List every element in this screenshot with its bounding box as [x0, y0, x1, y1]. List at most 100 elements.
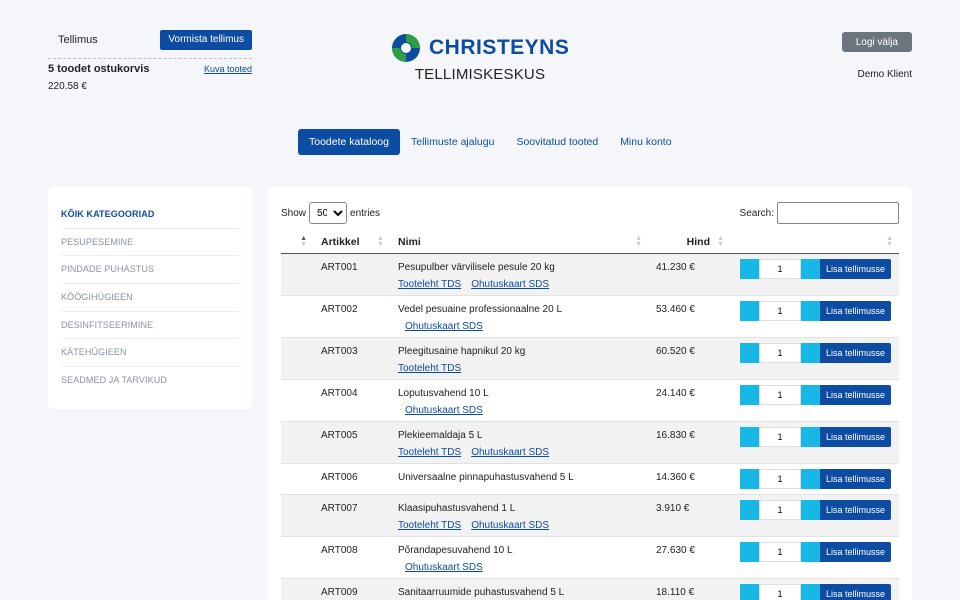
column-header-name[interactable]: Nimi ▲ ▼	[390, 231, 648, 254]
tab-recommended-products[interactable]: Soovitatud tooted	[505, 129, 609, 155]
sds-link[interactable]: Ohutuskaart SDS	[471, 447, 549, 458]
add-to-order-button[interactable]: Lisa tellimusse	[819, 258, 891, 279]
product-price: 53.460 €	[656, 303, 695, 315]
decrease-quantity-button[interactable]	[739, 499, 759, 520]
increase-quantity-button[interactable]	[800, 541, 820, 562]
sort-icon: ▲ ▼	[717, 235, 724, 248]
column-header-actions[interactable]: ▲ ▼	[730, 231, 899, 254]
add-to-order-button[interactable]: Lisa tellimusse	[819, 583, 891, 600]
quantity-stepper: Lisa tellimusse	[738, 384, 891, 405]
table-row: ART002 Vedel pesuaine professionaalne 20 …	[281, 295, 899, 337]
product-price: 18.110 €	[656, 586, 695, 598]
show-products-link[interactable]: Kuva tooted	[204, 64, 252, 74]
sort-icon: ▲ ▼	[886, 235, 893, 248]
increase-quantity-button[interactable]	[800, 258, 820, 279]
decrease-quantity-button[interactable]	[739, 468, 759, 489]
quantity-input[interactable]	[758, 384, 801, 405]
article-code: ART002	[321, 303, 358, 315]
add-to-order-button[interactable]: Lisa tellimusse	[819, 384, 891, 405]
decrease-quantity-button[interactable]	[739, 384, 759, 405]
search-label: Search:	[739, 207, 774, 219]
brand-logo[interactable]: CHRISTEYNS	[391, 33, 571, 63]
product-price: 24.140 €	[656, 387, 695, 399]
table-row: ART009 Sanitaarruumide puhastusvahend 5 L…	[281, 578, 899, 600]
show-label: Show	[281, 207, 307, 219]
tds-link[interactable]: Tooteleht TDS	[398, 520, 461, 531]
column-header-article[interactable]: Artikkel ▲ ▼	[313, 231, 390, 254]
user-name: Demo Klient	[857, 69, 912, 80]
sort-icon: ▲ ▼	[635, 235, 642, 248]
page-size-control: Show 50 entries	[281, 202, 380, 224]
tds-link[interactable]: Tooteleht TDS	[398, 279, 461, 290]
product-price: 3.910 €	[656, 502, 690, 514]
sds-link[interactable]: Ohutuskaart SDS	[471, 279, 549, 290]
column-header-index[interactable]: ▲ ▼	[281, 231, 313, 254]
table-row: ART007 Klaasipuhastusvahend 1 L Tooteleht …	[281, 494, 899, 536]
order-label: Tellimus	[58, 34, 98, 46]
quantity-input[interactable]	[758, 342, 801, 363]
finalize-order-button[interactable]: Vormista tellimus	[160, 30, 252, 50]
sds-link[interactable]: Ohutuskaart SDS	[471, 520, 549, 531]
quantity-stepper: Lisa tellimusse	[738, 258, 891, 279]
quantity-stepper: Lisa tellimusse	[738, 468, 891, 489]
sidebar-item-hand-hygiene[interactable]: KÄTEHÜGIEEN	[61, 339, 239, 368]
tab-my-account[interactable]: Minu konto	[609, 129, 682, 155]
quantity-input[interactable]	[758, 541, 801, 562]
tab-order-history[interactable]: Tellimuste ajalugu	[400, 129, 505, 155]
search-input[interactable]	[777, 202, 899, 224]
table-row: ART005 Plekieemaldaja 5 L Tooteleht TDS Ohu…	[281, 421, 899, 463]
product-name: Vedel pesuaine professionaalne 20 L	[398, 303, 563, 315]
increase-quantity-button[interactable]	[800, 499, 820, 520]
user-area: Logi välja Demo Klient	[841, 32, 912, 80]
quantity-input[interactable]	[758, 426, 801, 447]
decrease-quantity-button[interactable]	[739, 342, 759, 363]
product-table: ▲ ▼ Artikkel ▲ ▼ Nimi ▲ ▼ Hind ▲ ▼ ▲ ▼ ART001 Pes…	[281, 231, 899, 600]
add-to-order-button[interactable]: Lisa tellimusse	[819, 342, 891, 363]
increase-quantity-button[interactable]	[800, 384, 820, 405]
sds-link[interactable]: Ohutuskaart SDS	[405, 562, 483, 573]
tds-link[interactable]: Tooteleht TDS	[398, 363, 461, 374]
tds-link[interactable]: Tooteleht TDS	[398, 447, 461, 458]
column-header-price[interactable]: Hind ▲ ▼	[648, 231, 730, 254]
sidebar-item-equipment[interactable]: SEADMED JA TARVIKUD	[61, 367, 239, 395]
increase-quantity-button[interactable]	[800, 300, 820, 321]
table-row: ART008 Põrandapesuvahend 10 L Ohutuskaart …	[281, 536, 899, 578]
page-size-select[interactable]: 50	[309, 202, 348, 224]
add-to-order-button[interactable]: Lisa tellimusse	[819, 499, 891, 520]
sds-link[interactable]: Ohutuskaart SDS	[405, 321, 483, 332]
add-to-order-button[interactable]: Lisa tellimusse	[819, 541, 891, 562]
tab-product-catalog[interactable]: Toodete kataloog	[298, 129, 400, 155]
decrease-quantity-button[interactable]	[739, 258, 759, 279]
decrease-quantity-button[interactable]	[739, 300, 759, 321]
sidebar-item-all-categories[interactable]: KÕIK KATEGOORIAD	[61, 201, 239, 229]
sidebar-item-disinfection[interactable]: DESINFITSEERIMINE	[61, 312, 239, 340]
quantity-input[interactable]	[758, 583, 801, 600]
christeyns-logo-icon	[392, 34, 420, 62]
sidebar-item-surface-cleaning[interactable]: PINDADE PUHASTUS	[61, 256, 239, 285]
logout-button[interactable]: Logi välja	[841, 32, 912, 52]
sidebar-item-kitchen-hygiene[interactable]: KÖÖGIHÜGIEEN	[61, 284, 239, 312]
increase-quantity-button[interactable]	[800, 426, 820, 447]
quantity-input[interactable]	[758, 468, 801, 489]
add-to-order-button[interactable]: Lisa tellimusse	[819, 468, 891, 489]
sds-link[interactable]: Ohutuskaart SDS	[405, 405, 483, 416]
sort-icon: ▲ ▼	[300, 235, 307, 248]
product-name: Põrandapesuvahend 10 L	[398, 544, 513, 556]
quantity-input[interactable]	[758, 258, 801, 279]
quantity-input[interactable]	[758, 300, 801, 321]
sidebar-item-laundry[interactable]: PESUPESEMINE	[61, 229, 239, 257]
add-to-order-button[interactable]: Lisa tellimusse	[819, 426, 891, 447]
increase-quantity-button[interactable]	[800, 468, 820, 489]
decrease-quantity-button[interactable]	[739, 426, 759, 447]
decrease-quantity-button[interactable]	[739, 583, 759, 600]
decrease-quantity-button[interactable]	[739, 541, 759, 562]
quantity-input[interactable]	[758, 499, 801, 520]
quantity-stepper: Lisa tellimusse	[738, 583, 891, 600]
add-to-order-button[interactable]: Lisa tellimusse	[819, 300, 891, 321]
increase-quantity-button[interactable]	[800, 342, 820, 363]
article-code: ART005	[321, 429, 358, 441]
entries-label: entries	[350, 207, 381, 219]
divider	[48, 58, 252, 59]
article-code: ART009	[321, 586, 358, 598]
increase-quantity-button[interactable]	[800, 583, 820, 600]
